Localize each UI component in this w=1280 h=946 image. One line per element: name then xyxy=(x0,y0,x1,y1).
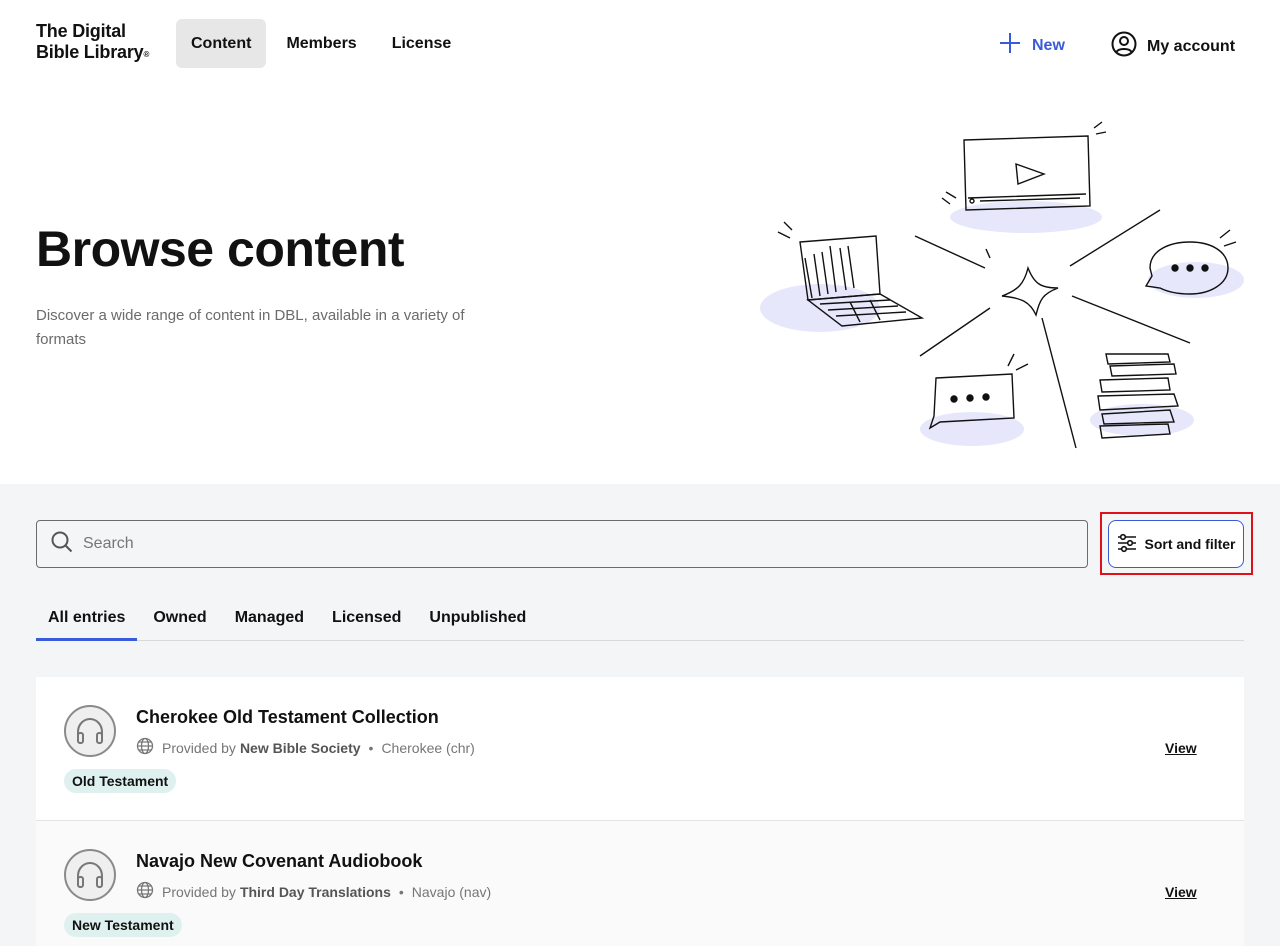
new-button[interactable]: New xyxy=(998,31,1065,60)
globe-icon xyxy=(136,737,154,758)
nav-license[interactable]: License xyxy=(377,19,467,68)
entry-tabs: All entries Owned Managed Licensed Unpub… xyxy=(36,594,1244,641)
entry-language: Cherokee (chr) xyxy=(381,739,475,756)
tab-licensed[interactable]: Licensed xyxy=(320,594,413,641)
my-account-label: My account xyxy=(1147,37,1236,55)
media-formats-illustration xyxy=(760,121,1244,449)
headphones-icon xyxy=(64,849,116,901)
search-box[interactable] xyxy=(36,520,1088,568)
content-area: Sort and filter All entries Owned Manage… xyxy=(0,484,1280,946)
user-circle-icon xyxy=(1111,31,1137,62)
sort-and-filter-button[interactable]: Sort and filter xyxy=(1108,520,1244,568)
page-subtitle: Discover a wide range of content in DBL,… xyxy=(36,307,465,348)
tab-owned[interactable]: Owned xyxy=(141,594,218,641)
view-link[interactable]: View xyxy=(1165,740,1197,756)
provided-by-label: Provided by xyxy=(162,739,236,756)
provider-name: New Bible Society xyxy=(239,739,361,756)
headphones-icon xyxy=(64,705,116,757)
provided-by-label: Provided by xyxy=(162,883,236,900)
registered-mark: ® xyxy=(143,50,150,59)
logo-line-1: The Digital xyxy=(36,21,126,41)
tab-unpublished[interactable]: Unpublished xyxy=(417,594,538,641)
search-icon xyxy=(51,531,73,558)
entry-card: Cherokee Old Testament Collection Provid… xyxy=(36,677,1244,821)
logo-line-2: Bible Library xyxy=(36,42,144,62)
nav-members[interactable]: Members xyxy=(271,19,371,68)
hero-section: Browse content Discover a wide range of … xyxy=(0,88,1280,484)
meta-separator: • xyxy=(398,883,404,900)
search-input[interactable] xyxy=(83,535,983,553)
entry-language: Navajo (nav) xyxy=(411,883,492,900)
provider-name: Third Day Translations xyxy=(239,883,391,900)
sliders-icon xyxy=(1116,532,1138,557)
sort-and-filter-label: Sort and filter xyxy=(1144,536,1236,552)
nav-content[interactable]: Content xyxy=(176,19,267,68)
entry-title: Navajo New Covenant Audiobook xyxy=(136,851,423,871)
tab-all-entries[interactable]: All entries xyxy=(36,594,138,641)
entry-meta: Provided by New Bible Society • Cherokee… xyxy=(136,737,475,758)
page-title: Browse content xyxy=(36,221,405,277)
globe-icon xyxy=(136,881,154,902)
new-button-label: New xyxy=(1032,36,1065,54)
main-nav: Content Members License xyxy=(176,19,471,68)
entry-meta: Provided by Third Day Translations • Nav… xyxy=(136,881,491,902)
plus-icon xyxy=(998,31,1022,60)
my-account-button[interactable]: My account xyxy=(1111,31,1235,62)
view-link[interactable]: View xyxy=(1165,884,1197,900)
entry-card: Navajo New Covenant Audiobook Provided b… xyxy=(36,821,1244,946)
site-logo[interactable]: The Digital Bible Library® xyxy=(36,21,149,63)
top-header: The Digital Bible Library® Content Membe… xyxy=(0,0,1280,88)
entry-title: Cherokee Old Testament Collection xyxy=(136,707,439,727)
testament-badge: Old Testament xyxy=(64,769,177,793)
testament-badge: New Testament xyxy=(64,913,182,937)
tab-managed[interactable]: Managed xyxy=(223,594,316,641)
meta-separator: • xyxy=(368,739,374,756)
